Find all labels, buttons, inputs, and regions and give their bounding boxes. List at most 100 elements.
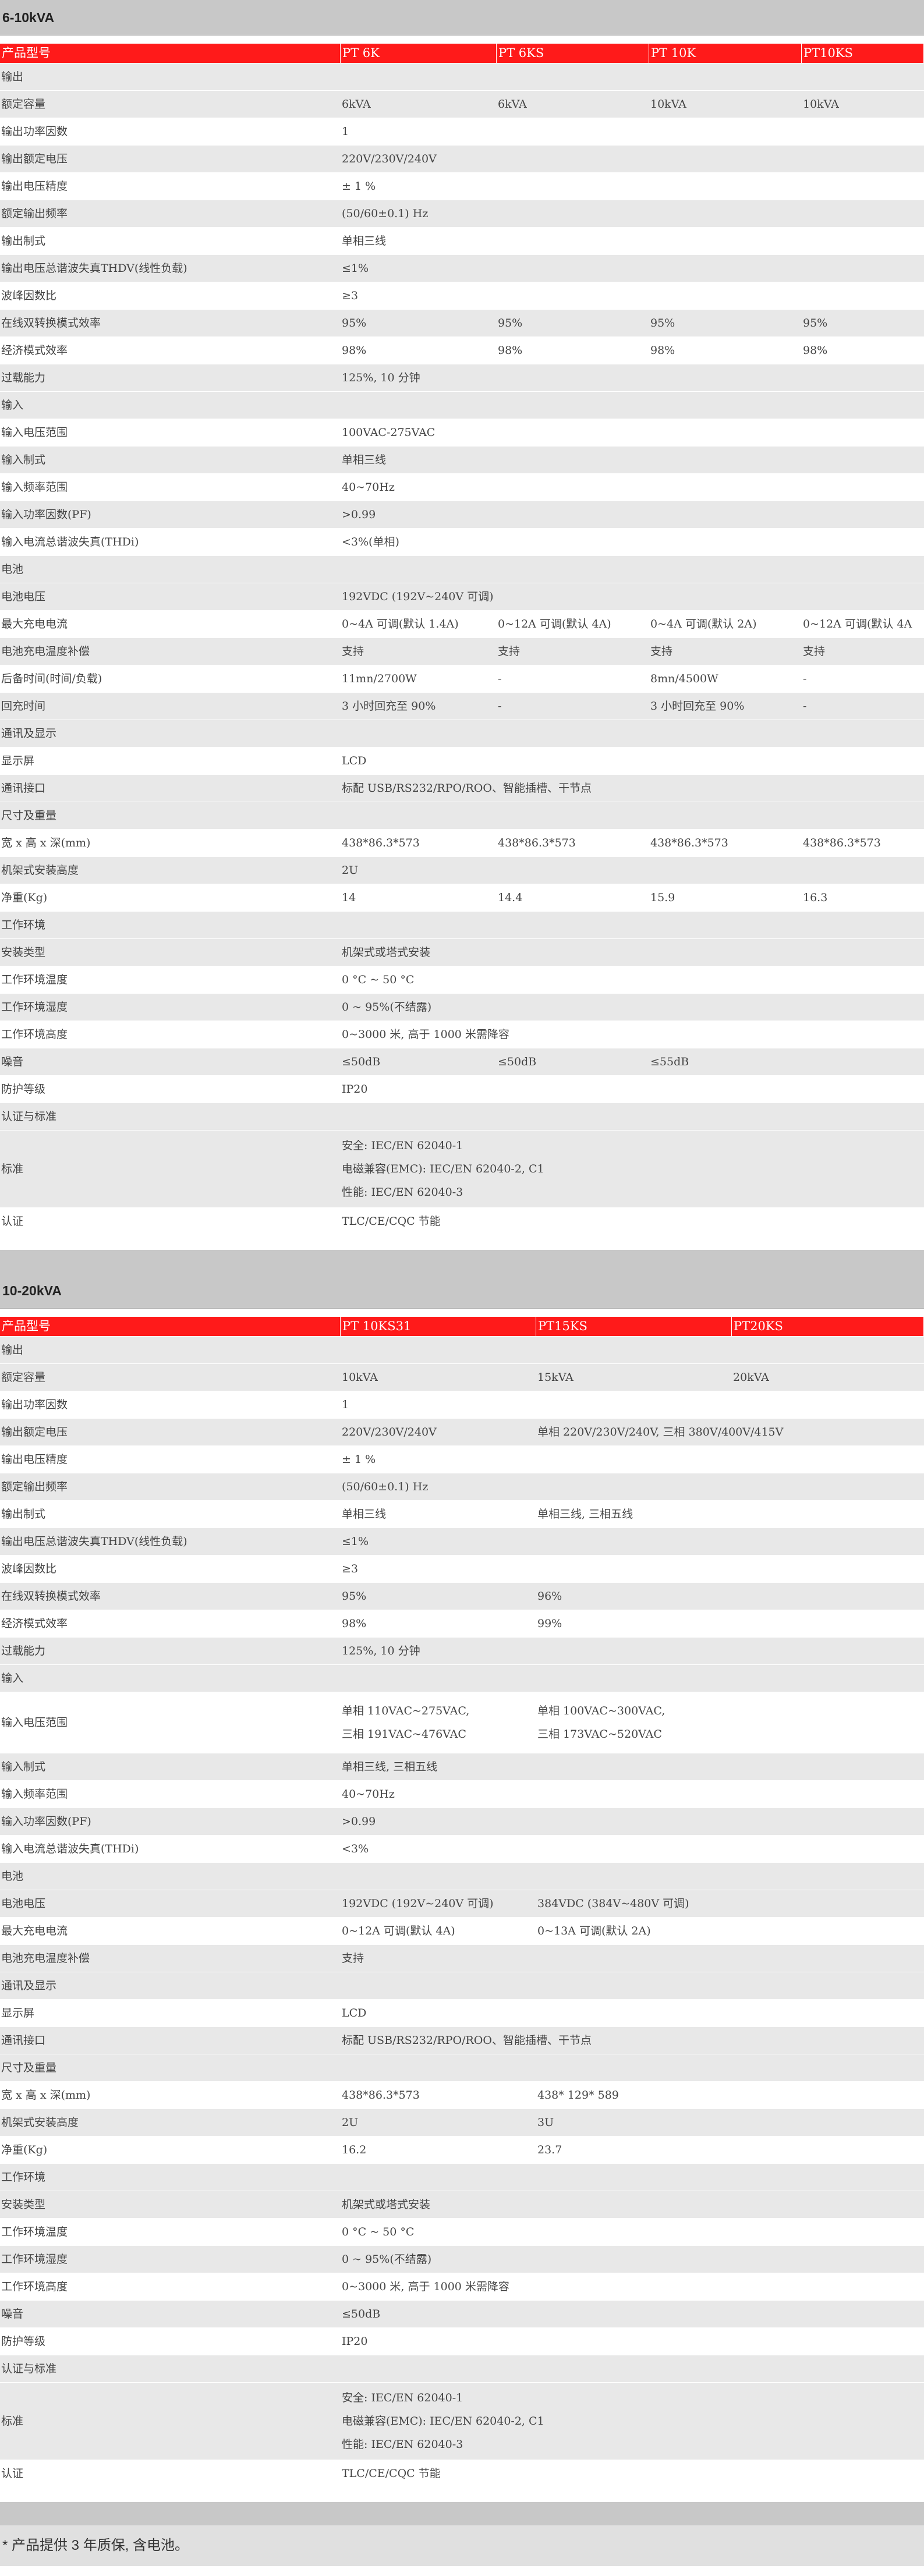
category-row: 输入 bbox=[0, 391, 924, 419]
cell-value: 23.7 bbox=[536, 2136, 924, 2164]
table-row: 工作环境高度 0~3000 米, 高于 1000 米需降容 bbox=[0, 1021, 924, 1048]
cell-value: IP20 bbox=[341, 1075, 924, 1103]
row-label: 标准 bbox=[0, 1130, 341, 1208]
table-row: 输出制式 单相三线 单相三线, 三相五线 bbox=[0, 1500, 924, 1528]
row-label: 在线双转换模式效率 bbox=[0, 1582, 341, 1610]
table-row: 净重(Kg) 14 14.4 15.9 16.3 bbox=[0, 884, 924, 912]
cell-value: 0~3000 米, 高于 1000 米需降容 bbox=[341, 1021, 924, 1048]
row-label: 工作环境 bbox=[0, 2163, 924, 2191]
row-label: 最大充电电流 bbox=[0, 610, 341, 638]
cell-value: 机架式或塔式安装 bbox=[341, 938, 924, 966]
cell-value: 99% bbox=[536, 1610, 924, 1638]
cell-value: 3 小时回充至 90% bbox=[341, 692, 497, 720]
table-row: 输出功率因数 1 bbox=[0, 118, 924, 146]
row-label: 净重(Kg) bbox=[0, 2136, 341, 2164]
row-label: 输出电压总谐波失真THDV(线性负载) bbox=[0, 254, 341, 282]
cell-value: 438*86.3*573 bbox=[341, 829, 497, 857]
row-label: 最大充电电流 bbox=[0, 1917, 341, 1945]
cell-value: IP20 bbox=[341, 2327, 924, 2355]
cell-value: 安全: IEC/EN 62040-1 电磁兼容(EMC): IEC/EN 620… bbox=[341, 1130, 924, 1208]
table-row: 输入电压范围 100VAC-275VAC bbox=[0, 419, 924, 447]
cell-value: 单相三线 bbox=[341, 227, 924, 255]
cell-value: 8mn/4500W bbox=[649, 665, 802, 693]
row-label: 噪音 bbox=[0, 2300, 341, 2328]
column-header: PT20KS bbox=[732, 1317, 924, 1336]
row-label: 认证 bbox=[0, 1207, 341, 1235]
row-label: 输出电压总谐波失真THDV(线性负载) bbox=[0, 1528, 341, 1555]
row-label: 输入制式 bbox=[0, 1753, 341, 1781]
cell-value: 125%, 10 分钟 bbox=[341, 364, 924, 392]
table-row: 输出电压总谐波失真THDV(线性负载) ≤1% bbox=[0, 1528, 924, 1555]
row-label: 输出 bbox=[0, 1336, 924, 1364]
row-label: 在线双转换模式效率 bbox=[0, 309, 341, 337]
cell-value: 0~4A 可调(默认 1.4A) bbox=[341, 610, 497, 638]
cell-value: 0~3000 米, 高于 1000 米需降容 bbox=[341, 2273, 924, 2301]
cell-value: 15.9 bbox=[649, 884, 802, 912]
row-label: 电池电压 bbox=[0, 583, 341, 611]
row-label: 经济模式效率 bbox=[0, 1610, 341, 1638]
cell-value: ≤55dB bbox=[649, 1048, 924, 1076]
cell-value: ≤50dB bbox=[341, 1048, 497, 1076]
cell-value: 支持 bbox=[649, 637, 802, 665]
cell-value: 3U bbox=[536, 2109, 924, 2136]
cell-value: - bbox=[497, 692, 649, 720]
row-label: 尺寸及重量 bbox=[0, 2054, 924, 2082]
row-label: 机架式安装高度 bbox=[0, 856, 341, 884]
row-label: 输入频率范围 bbox=[0, 473, 341, 501]
cell-value: 438* 129* 589 bbox=[536, 2081, 924, 2109]
cell-value: 0~12A 可调(默认 4A) bbox=[341, 1917, 536, 1945]
cell-value: - bbox=[497, 665, 649, 693]
cell-value: 125%, 10 分钟 bbox=[341, 1637, 924, 1665]
row-label: 输入电压范围 bbox=[0, 419, 341, 447]
row-label: 通讯接口 bbox=[0, 2026, 341, 2054]
row-label: 工作环境温度 bbox=[0, 2218, 341, 2246]
table-row: 显示屏 LCD bbox=[0, 747, 924, 775]
category-row: 工作环境 bbox=[0, 911, 924, 939]
cell-value: 1 bbox=[341, 118, 924, 146]
table-row: 波峰因数比 ≥3 bbox=[0, 1555, 924, 1583]
table-row: 工作环境温度 0 °C ~ 50 °C bbox=[0, 2218, 924, 2246]
table-row: 额定输出频率 (50/60±0.1) Hz bbox=[0, 200, 924, 228]
table-row: 电池电压 192VDC (192V~240V 可调) bbox=[0, 583, 924, 611]
row-label: 工作环境高度 bbox=[0, 2273, 341, 2301]
cell-value: 10kVA bbox=[649, 90, 802, 118]
cell-value: 95% bbox=[497, 309, 649, 337]
cell-value: 40~70Hz bbox=[341, 473, 924, 501]
row-label: 机架式安装高度 bbox=[0, 2109, 341, 2136]
cell-value: 16.2 bbox=[341, 2136, 536, 2164]
cell-value: 标配 USB/RS232/RPO/ROO、智能插槽、干节点 bbox=[341, 774, 924, 802]
row-label: 电池充电温度补偿 bbox=[0, 1944, 341, 1972]
cell-value: 单相三线 bbox=[341, 446, 924, 474]
table-row: 经济模式效率 98% 99% bbox=[0, 1610, 924, 1638]
table-row: 过载能力 125%, 10 分钟 bbox=[0, 364, 924, 392]
cell-value: <3%(单相) bbox=[341, 528, 924, 556]
category-row: 通讯及显示 bbox=[0, 720, 924, 747]
cell-value: 95% bbox=[649, 309, 802, 337]
row-label: 认证与标准 bbox=[0, 1103, 924, 1131]
cell-value: 100VAC-275VAC bbox=[341, 419, 924, 447]
cell-value: 192VDC (192V~240V 可调) bbox=[341, 1890, 536, 1918]
cell-value: 单相 100VAC~300VAC, 三相 173VAC~520VAC bbox=[536, 1692, 924, 1753]
table-row: 标准 安全: IEC/EN 62040-1 电磁兼容(EMC): IEC/EN 6… bbox=[0, 2382, 924, 2460]
table-row: 额定容量 10kVA 15kVA 20kVA bbox=[0, 1363, 924, 1391]
row-label: 工作环境湿度 bbox=[0, 2245, 341, 2273]
column-header: PT10KS bbox=[802, 44, 924, 63]
row-label: 输出 bbox=[0, 63, 924, 91]
table-row: 工作环境温度 0 °C ~ 50 °C bbox=[0, 966, 924, 994]
cell-value: (50/60±0.1) Hz bbox=[341, 200, 924, 228]
cell-value: 单相 220V/230V/240V, 三相 380V/400V/415V bbox=[536, 1418, 924, 1446]
column-header: PT 10K bbox=[649, 44, 802, 63]
cell-value: - bbox=[802, 665, 924, 693]
table-row: 输入功率因数(PF) >0.99 bbox=[0, 1808, 924, 1836]
cell-value: 支持 bbox=[341, 1944, 924, 1972]
row-label: 防护等级 bbox=[0, 1075, 341, 1103]
cell-value: 96% bbox=[536, 1582, 924, 1610]
cell-value: 40~70Hz bbox=[341, 1780, 924, 1808]
cell-value: 单相 110VAC~275VAC, 三相 191VAC~476VAC bbox=[341, 1692, 536, 1753]
row-label: 输出功率因数 bbox=[0, 118, 341, 146]
cell-value: 0 °C ~ 50 °C bbox=[341, 2218, 924, 2246]
cell-value: 单相三线, 三相五线 bbox=[536, 1500, 924, 1528]
spec-table-10-20kva: 输出 额定容量 10kVA 15kVA 20kVA 输出功率因数 1 输出额定电压 220V/2… bbox=[0, 1336, 924, 2487]
table-row: 输入电压范围 单相 110VAC~275VAC, 三相 191VAC~476VAC… bbox=[0, 1692, 924, 1753]
table-row: 通讯接口 标配 USB/RS232/RPO/ROO、智能插槽、干节点 bbox=[0, 774, 924, 802]
